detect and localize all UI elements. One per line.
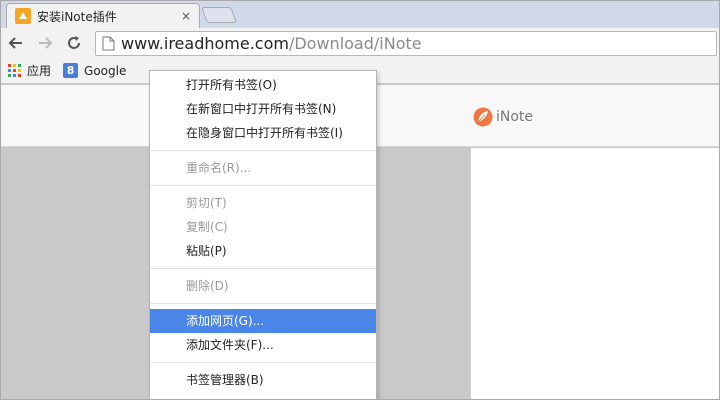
new-tab-button[interactable] [201, 7, 237, 23]
page-right-panel [470, 148, 720, 400]
bookmark-label: 应用 [27, 64, 52, 78]
close-tab-icon[interactable]: × [179, 9, 193, 23]
menu-separator [150, 362, 376, 363]
logo-text: iNote [496, 109, 534, 125]
tab-strip: 安装iNote插件 × [0, 0, 720, 28]
menu-separator [150, 303, 376, 304]
inote-logo[interactable]: iNote [473, 107, 533, 127]
bookmark-label: Google [84, 63, 127, 78]
reload-button[interactable] [61, 30, 87, 56]
tab-active[interactable]: 安装iNote插件 × [6, 3, 200, 28]
menu-item[interactable]: 删除(D) [150, 274, 376, 298]
menu-item[interactable]: 打开所有书签(O) [150, 73, 376, 97]
inote-favicon-icon [15, 8, 31, 24]
tab-title: 安装iNote插件 [37, 9, 117, 24]
address-bar[interactable]: www.ireadhome.com/Download/iNote [95, 31, 717, 56]
bookmark-context-menu: 打开所有书签(O) 在新窗口中打开所有书签(N) 在隐身窗口中打开所有书签(I) 重命… [149, 70, 377, 400]
menu-item[interactable]: 复制(C) [150, 215, 376, 239]
url-host: www.ireadhome.com [121, 34, 289, 53]
menu-item[interactable]: 粘贴(P) [150, 239, 376, 263]
menu-item[interactable]: 在新窗口中打开所有书签(N) [150, 97, 376, 121]
google-g-icon: 8 [63, 63, 79, 78]
reload-icon [68, 36, 80, 49]
menu-separator [150, 150, 376, 151]
menu-item[interactable]: 书签管理器(B) [150, 368, 376, 392]
menu-item[interactable]: 重命名(R)... [150, 156, 376, 180]
menu-separator [150, 268, 376, 269]
url-text: www.ireadhome.com/Download/iNote [121, 34, 422, 53]
leaf-logo-icon [473, 107, 493, 127]
bookmark-apps[interactable]: 应用 [8, 62, 51, 79]
forward-arrow-icon [39, 37, 53, 49]
menu-item[interactable]: 在隐身窗口中打开所有书签(I) [150, 121, 376, 145]
back-button[interactable] [3, 30, 29, 56]
menu-item[interactable]: 添加文件夹(F)... [150, 333, 376, 357]
page-icon [102, 36, 115, 51]
url-path: /Download/iNote [288, 34, 422, 53]
menu-item[interactable]: 剪切(T) [150, 191, 376, 215]
forward-button[interactable] [32, 30, 58, 56]
menu-item[interactable]: 添加网页(G)... [150, 309, 376, 333]
back-arrow-icon [8, 37, 22, 49]
bookmark-google[interactable]: 8 Google [63, 63, 126, 78]
menu-separator [150, 185, 376, 186]
apps-grid-icon [8, 64, 21, 77]
